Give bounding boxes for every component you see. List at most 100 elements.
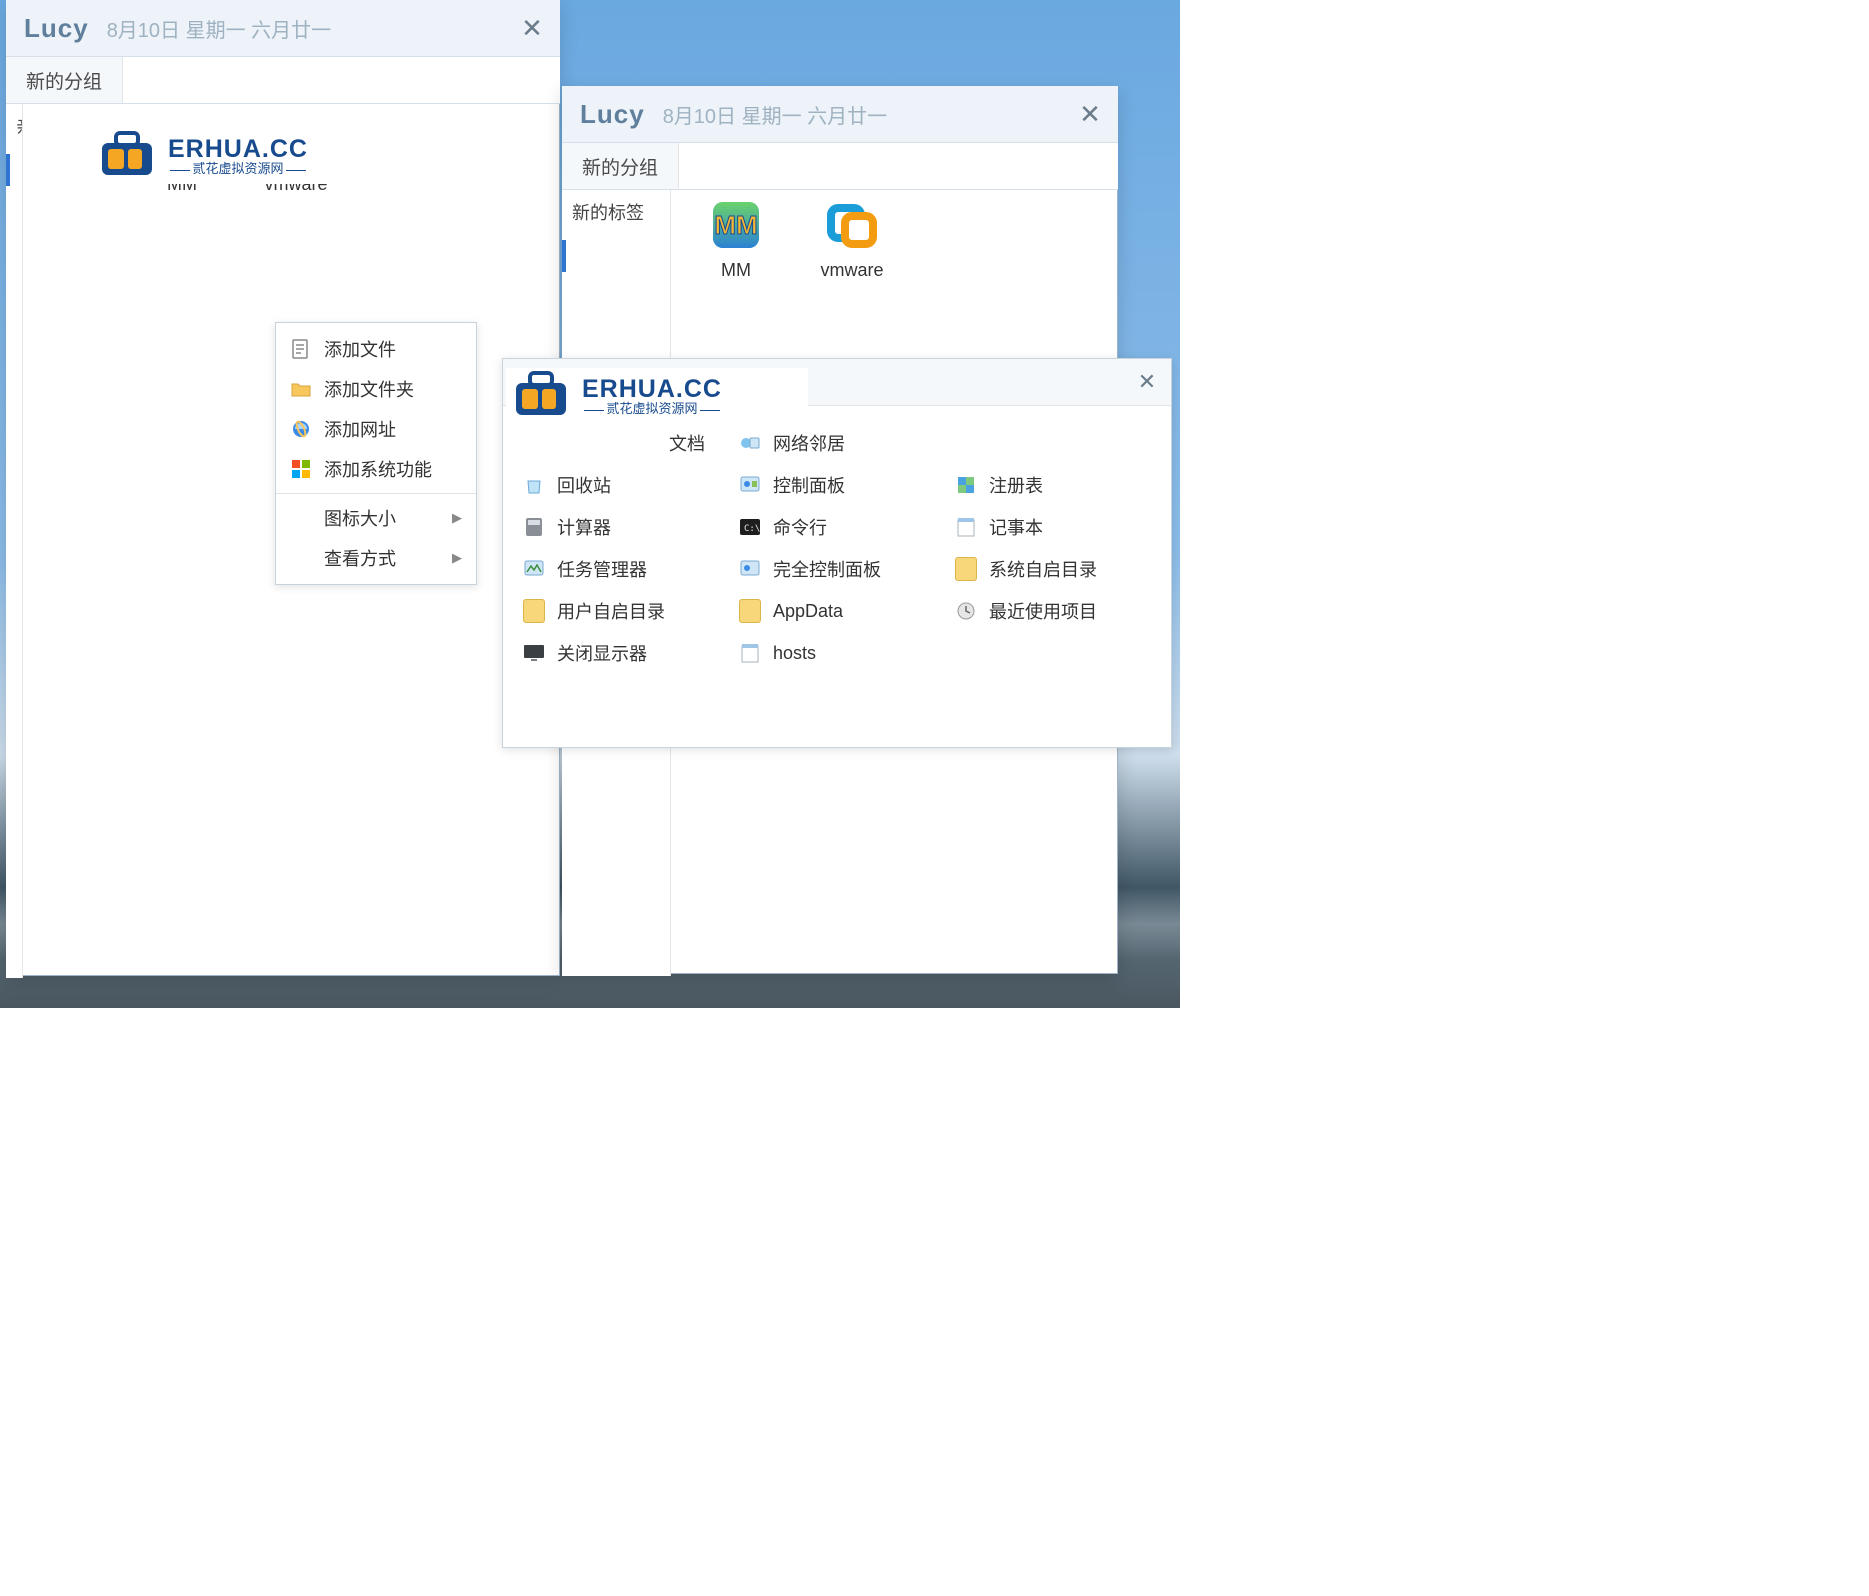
menu-view-mode[interactable]: 查看方式 ▶ bbox=[276, 538, 476, 578]
item-system-startup[interactable]: 系统自启目录 bbox=[945, 548, 1161, 590]
menu-label: 图标大小 bbox=[324, 505, 396, 531]
app-title: Lucy bbox=[580, 99, 645, 130]
item-control-panel[interactable]: 控制面板 bbox=[729, 464, 945, 506]
titlebar[interactable]: Lucy 8月10日 星期一 六月廿一 ✕ bbox=[562, 86, 1118, 143]
svg-text:MM: MM bbox=[714, 210, 757, 240]
close-icon[interactable]: ✕ bbox=[1133, 368, 1161, 396]
shortcut-mm[interactable]: MM MM bbox=[681, 194, 791, 281]
item-appdata[interactable]: AppData bbox=[729, 590, 945, 632]
menu-label: 添加文件夹 bbox=[324, 376, 414, 402]
recycle-icon bbox=[523, 474, 545, 496]
notepad-icon bbox=[955, 516, 977, 538]
sidebar-item-new-tag[interactable]: 亲 bbox=[6, 104, 22, 148]
item-label: 任务管理器 bbox=[557, 556, 647, 582]
menu-add-file[interactable]: 添加文件 bbox=[276, 329, 476, 369]
watermark-logo: ERHUA.CC贰花虚拟资源网 bbox=[92, 128, 386, 184]
menu-add-folder[interactable]: 添加文件夹 bbox=[276, 369, 476, 409]
mm-icon: MM bbox=[703, 194, 769, 256]
vmware-icon bbox=[819, 194, 885, 256]
item-label: 最近使用项目 bbox=[989, 598, 1097, 624]
app-title: Lucy bbox=[24, 13, 89, 44]
calculator-icon bbox=[523, 516, 545, 538]
monitor-icon bbox=[523, 642, 545, 664]
logo-brand: ERHUA.CC bbox=[582, 375, 722, 403]
cmd-icon: C:\ bbox=[739, 516, 761, 538]
watermark-logo: ERHUA.CC贰花虚拟资源网 bbox=[506, 368, 808, 424]
sidebar-item-selected[interactable] bbox=[562, 234, 670, 278]
notepad-icon bbox=[739, 642, 761, 664]
tab-new-group[interactable]: 新的分组 bbox=[562, 143, 679, 189]
menu-separator bbox=[276, 493, 476, 494]
control-panel-icon bbox=[739, 558, 761, 580]
item-notepad[interactable]: 记事本 bbox=[945, 506, 1161, 548]
item-turn-off-display[interactable]: 关闭显示器 bbox=[513, 632, 729, 674]
item-label: 完全控制面板 bbox=[773, 556, 881, 582]
folder-icon bbox=[523, 600, 545, 622]
item-user-startup[interactable]: 用户自启目录 bbox=[513, 590, 729, 632]
chevron-right-icon: ▶ bbox=[452, 550, 462, 566]
sidebar-item-new-tag[interactable]: 新的标签 bbox=[562, 190, 670, 234]
item-label: 记事本 bbox=[989, 514, 1043, 540]
item-calculator[interactable]: 计算器 bbox=[513, 506, 729, 548]
tab-new-group[interactable]: 新的分组 bbox=[6, 57, 123, 103]
panel-col-3: x 注册表 记事本 系统自启目录 最近使用项目 bbox=[945, 422, 1161, 674]
menu-add-url[interactable]: 添加网址 bbox=[276, 409, 476, 449]
date-text: 8月10日 星期一 六月廿一 bbox=[107, 14, 518, 43]
sidebar-item-selected[interactable] bbox=[6, 148, 22, 192]
menu-icon-size[interactable]: 图标大小 ▶ bbox=[276, 498, 476, 538]
menu-label: 查看方式 bbox=[324, 545, 396, 571]
item-label: hosts bbox=[773, 643, 816, 664]
item-recent-items[interactable]: 最近使用项目 bbox=[945, 590, 1161, 632]
item-registry[interactable]: 注册表 bbox=[945, 464, 1161, 506]
windows-icon bbox=[290, 458, 312, 480]
ie-icon bbox=[290, 418, 312, 440]
control-panel-icon bbox=[739, 474, 761, 496]
close-icon[interactable]: ✕ bbox=[1076, 100, 1104, 128]
shortcut-label: vmware bbox=[797, 260, 907, 281]
menu-add-system[interactable]: 添加系统功能 bbox=[276, 449, 476, 489]
logo-brand: ERHUA.CC bbox=[168, 135, 308, 163]
close-icon[interactable]: ✕ bbox=[518, 14, 546, 42]
item-label: 用户自启目录 bbox=[557, 598, 665, 624]
item-label: 网络邻居 bbox=[773, 430, 845, 456]
context-menu: 添加文件 添加文件夹 添加网址 添加系统功能 图标大小 ▶ 查看方式 ▶ bbox=[275, 322, 477, 585]
item-documents[interactable]: 文档 bbox=[513, 422, 729, 464]
folder-icon bbox=[290, 378, 312, 400]
menu-label: 添加系统功能 bbox=[324, 456, 432, 482]
registry-icon bbox=[955, 474, 977, 496]
titlebar[interactable]: Lucy 8月10日 星期一 六月廿一 ✕ bbox=[6, 0, 560, 57]
network-icon bbox=[739, 432, 761, 454]
folder-icon bbox=[739, 600, 761, 622]
shortcut-vmware[interactable]: vmware bbox=[797, 194, 907, 281]
taskmgr-icon bbox=[523, 558, 545, 580]
item-label: 控制面板 bbox=[773, 472, 845, 498]
shortcut-label: MM bbox=[681, 260, 791, 281]
item-full-control-panel[interactable]: 完全控制面板 bbox=[729, 548, 945, 590]
recent-icon bbox=[955, 600, 977, 622]
panel-col-1: 文档 回收站 计算器 任务管理器 用户自启目录 关闭显示器 bbox=[513, 422, 729, 674]
item-hosts[interactable]: hosts bbox=[729, 632, 945, 674]
item-recycle-bin[interactable]: 回收站 bbox=[513, 464, 729, 506]
item-task-manager[interactable]: 任务管理器 bbox=[513, 548, 729, 590]
menu-label: 添加网址 bbox=[324, 416, 396, 442]
folder-icon bbox=[955, 558, 977, 580]
item-network-neighborhood[interactable]: 网络邻居 bbox=[729, 422, 945, 464]
chevron-right-icon: ▶ bbox=[452, 510, 462, 526]
item-label: 命令行 bbox=[773, 514, 827, 540]
date-text: 8月10日 星期一 六月廿一 bbox=[663, 100, 1076, 129]
tab-bar: 新的分组 bbox=[562, 143, 1118, 190]
item-label: 计算器 bbox=[557, 514, 611, 540]
item-cmd[interactable]: C:\ 命令行 bbox=[729, 506, 945, 548]
item-label: 关闭显示器 bbox=[557, 640, 647, 666]
panel-col-2: 网络邻居 控制面板 C:\ 命令行 完全控制面板 AppData hosts bbox=[729, 422, 945, 674]
tab-bar: 新的分组 bbox=[6, 57, 560, 104]
sidebar: 亲 bbox=[6, 104, 23, 978]
item-label: 回收站 bbox=[557, 472, 611, 498]
item-label: AppData bbox=[773, 601, 843, 622]
svg-text:C:\: C:\ bbox=[744, 524, 760, 534]
logo-tag: 贰花虚拟资源网 bbox=[168, 162, 308, 175]
menu-label: 添加文件 bbox=[324, 336, 396, 362]
logo-tag: 贰花虚拟资源网 bbox=[582, 402, 722, 415]
file-icon bbox=[290, 338, 312, 360]
item-label: 文档 bbox=[669, 430, 705, 456]
